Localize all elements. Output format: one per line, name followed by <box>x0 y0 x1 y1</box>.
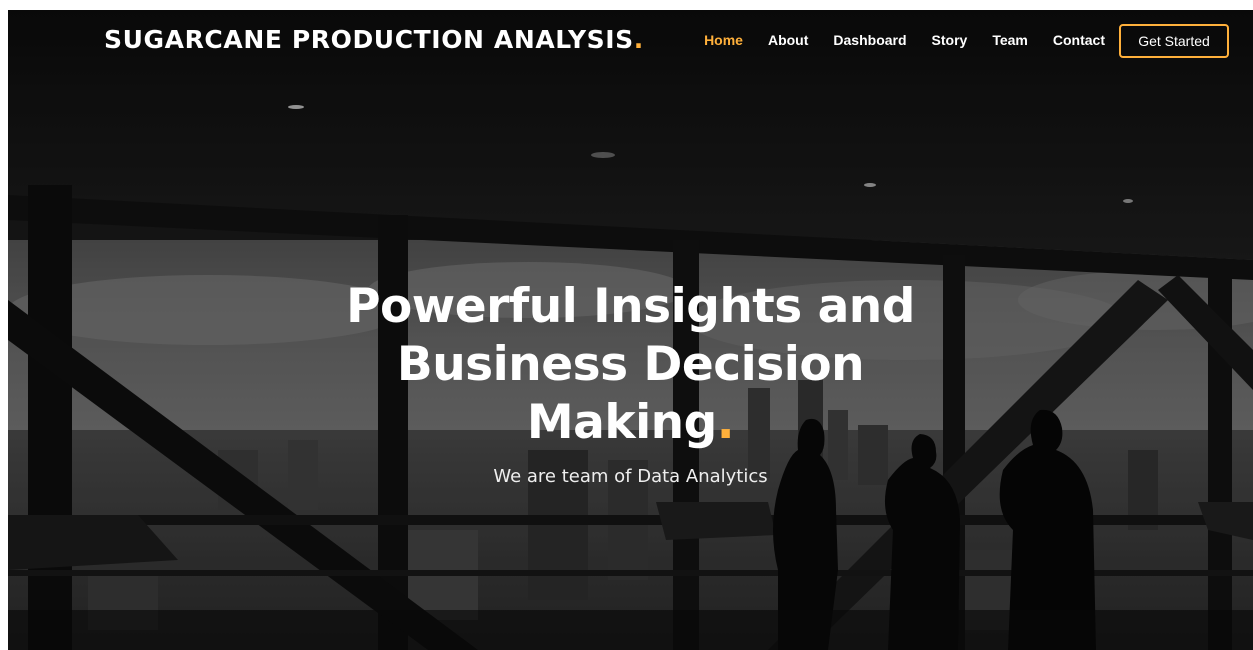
nav-team[interactable]: Team <box>992 32 1028 48</box>
hero-subtitle: We are team of Data Analytics <box>493 466 768 487</box>
hero-section: Powerful Insights and Business Decision … <box>8 278 1253 487</box>
nav-story[interactable]: Story <box>932 32 968 48</box>
hero-title-line-1: Powerful Insights and <box>346 279 915 334</box>
hero-title: Powerful Insights and Business Decision … <box>321 278 941 452</box>
logo-text: SUGARCANE PRODUCTION ANALYSIS <box>104 25 634 54</box>
hero-title-dot: . <box>716 395 735 450</box>
site-header: SUGARCANE PRODUCTION ANALYSIS. Home Abou… <box>8 10 1253 72</box>
nav-contact[interactable]: Contact <box>1053 32 1105 48</box>
hero-title-line-2: Business Decision <box>396 337 865 392</box>
page: SUGARCANE PRODUCTION ANALYSIS. Home Abou… <box>8 10 1253 650</box>
nav-dashboard[interactable]: Dashboard <box>833 32 906 48</box>
site-logo[interactable]: SUGARCANE PRODUCTION ANALYSIS. <box>104 25 644 54</box>
nav-about[interactable]: About <box>768 32 808 48</box>
nav-home[interactable]: Home <box>704 32 743 48</box>
hero-title-line-3: Making <box>526 395 717 450</box>
logo-dot: . <box>633 25 644 54</box>
main-nav: Home About Dashboard Story Team Contact <box>679 32 1105 48</box>
get-started-button[interactable]: Get Started <box>1119 24 1229 58</box>
